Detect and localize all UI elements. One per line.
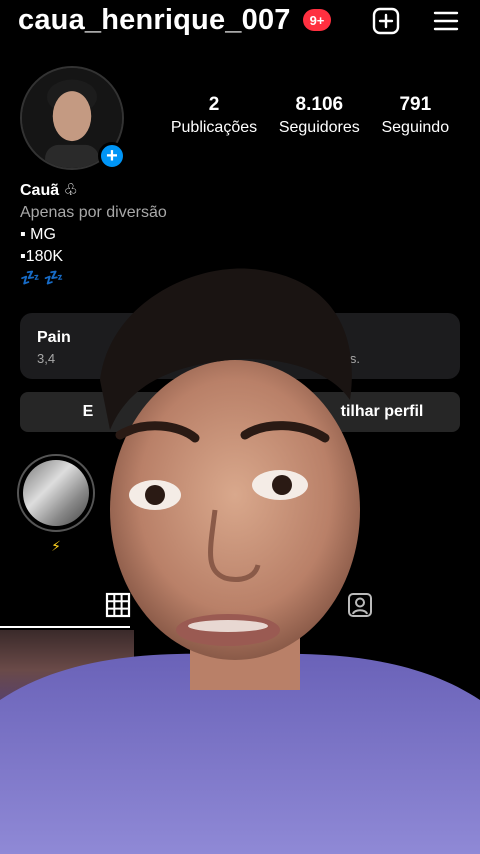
tagged-person-icon[interactable]	[346, 591, 374, 619]
notification-badge[interactable]: 9+	[303, 9, 331, 31]
bio-line-location: ▪ MG	[20, 226, 56, 243]
story-highlight[interactable]: ⚡	[17, 454, 95, 555]
bio-category: Apenas por diversão	[20, 204, 167, 221]
hamburger-menu-icon[interactable]	[431, 6, 461, 36]
edit-profile-label: E	[82, 403, 94, 420]
plus-square-icon[interactable]	[371, 6, 401, 36]
profile-tabs	[0, 585, 480, 627]
highlight-label: ⚡	[51, 538, 61, 554]
posts-label: Publicações	[170, 119, 258, 136]
edit-profile-button[interactable]: E	[20, 392, 236, 432]
highlight-cover-image	[23, 460, 89, 526]
grid-icon[interactable]	[104, 591, 132, 619]
followers-label: Seguidores	[278, 119, 360, 136]
share-profile-label: tilhar perfil	[340, 403, 424, 420]
posts-count: 2	[208, 94, 220, 115]
dashboard-title: Pain	[37, 329, 71, 346]
professional-dashboard-card[interactable]: Pain 3,4 as.	[20, 313, 460, 379]
top-bar: caua_henrique_007 9+	[0, 0, 480, 44]
username-title[interactable]: caua_henrique_007	[18, 4, 291, 37]
following-stat[interactable]: 791 Seguindo	[381, 94, 449, 137]
dashboard-subtitle: 3,4	[37, 351, 56, 366]
profile-stats: 2 Publicações 8.106 Seguidores 791 Segui…	[160, 94, 460, 137]
profile-bio: Cauã ♧ Apenas por diversão ▪ MG ▪180K 💤💤	[20, 180, 167, 288]
dashboard-subtitle-end: as.	[342, 351, 360, 366]
share-profile-button[interactable]: tilhar perfil	[244, 392, 460, 432]
bio-line-followers: ▪180K	[20, 248, 64, 265]
followers-stat[interactable]: 8.106 Seguidores	[279, 94, 360, 137]
post-thumbnail[interactable]	[0, 630, 134, 730]
profile-avatar[interactable]: +	[20, 66, 126, 170]
posts-stat[interactable]: 2 Publicações	[171, 94, 257, 137]
followers-count: 8.106	[295, 94, 344, 115]
display-name: Cauã ♧	[20, 182, 78, 199]
highlight-ring	[17, 454, 95, 532]
following-count: 791	[399, 94, 432, 115]
add-story-button[interactable]: +	[98, 142, 126, 170]
active-tab-indicator	[0, 626, 130, 628]
profile-action-buttons: E tilhar perfil	[20, 392, 460, 432]
following-label: Seguindo	[381, 119, 450, 136]
sleep-emoji: 💤💤	[20, 270, 68, 287]
